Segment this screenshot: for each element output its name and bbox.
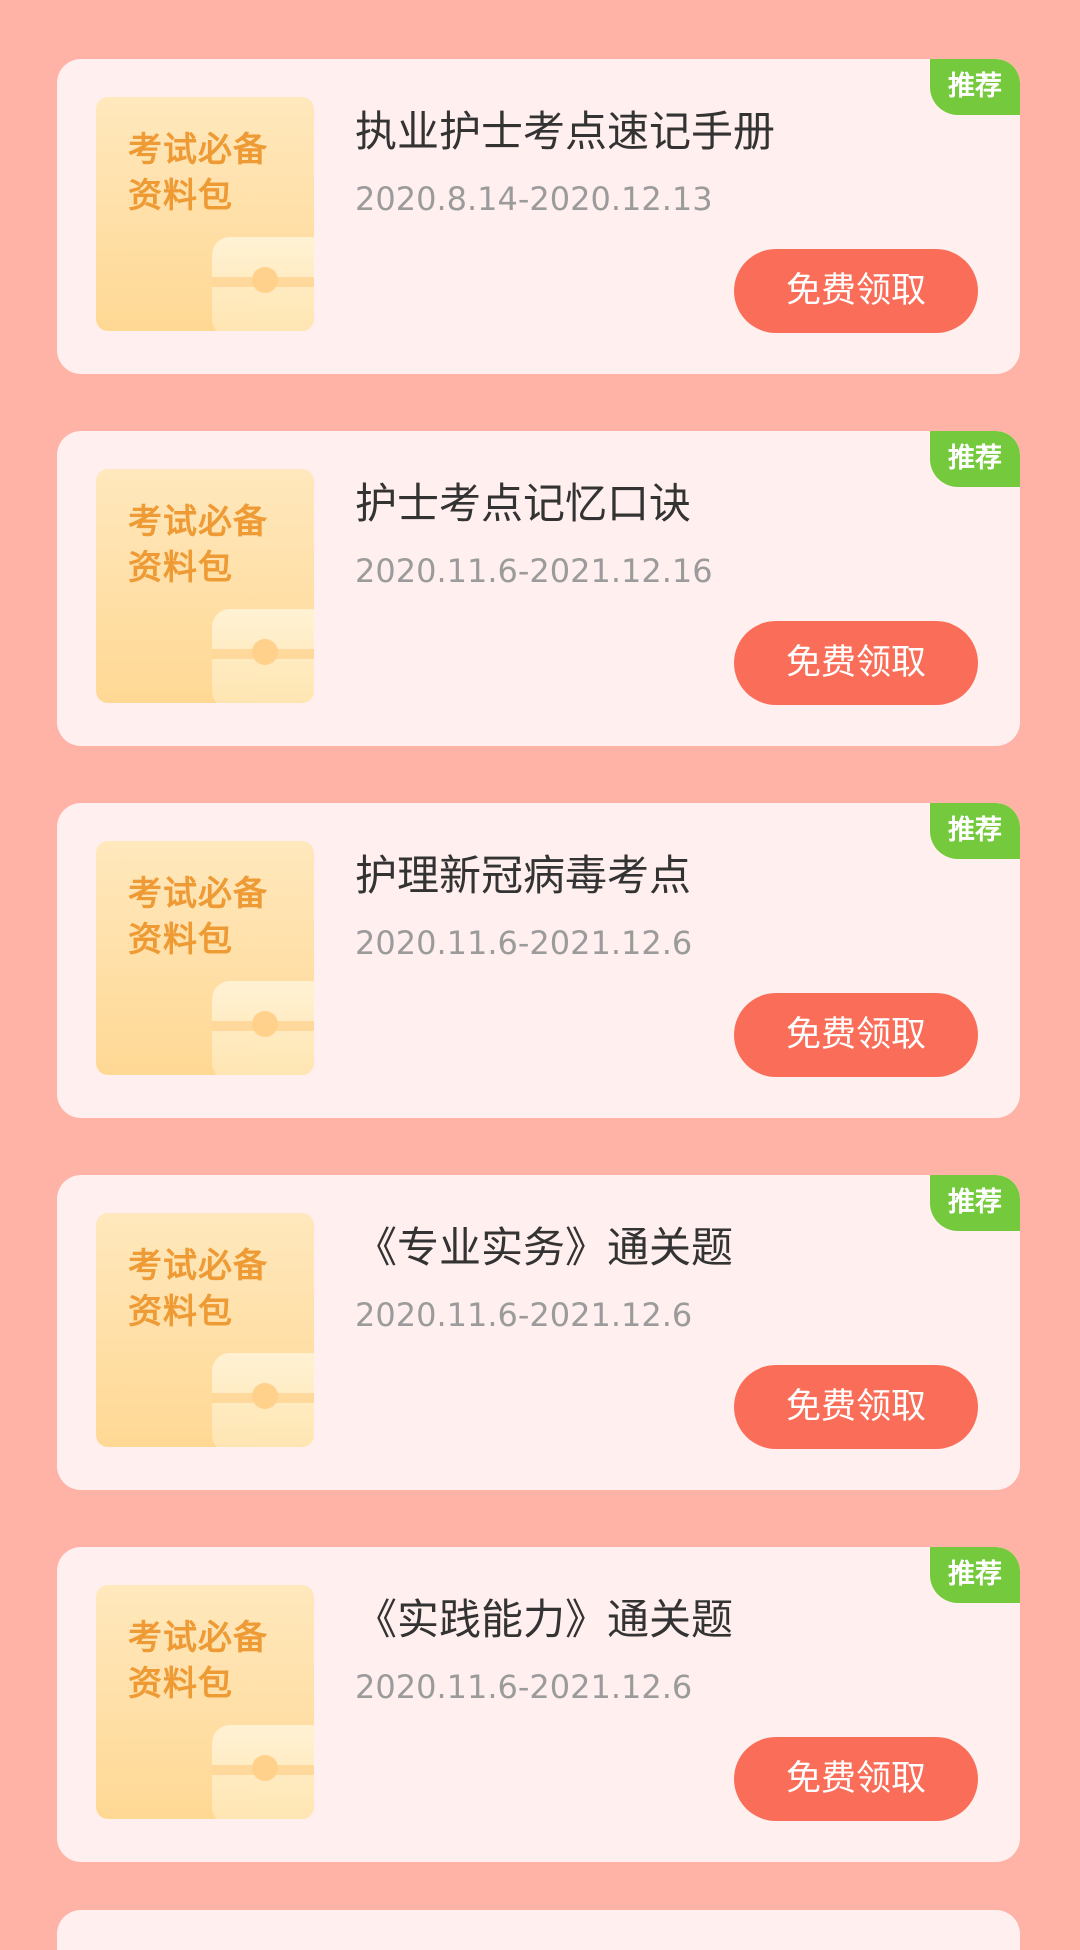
material-list: 推荐 考试必备 资料包 执业护士考点速记手册 2020.8.14-2020.12… bbox=[0, 0, 1080, 1950]
free-claim-button[interactable]: 免费领取 bbox=[734, 993, 978, 1077]
material-title: 护理新冠病毒考点 bbox=[355, 851, 692, 900]
bag-icon bbox=[212, 1725, 314, 1819]
material-date-range: 2020.11.6-2021.12.6 bbox=[355, 1668, 693, 1706]
material-date-range: 2020.11.6-2021.12.6 bbox=[355, 1296, 693, 1334]
thumbnail-line-1: 考试必备 bbox=[128, 130, 268, 170]
material-date-range: 2020.8.14-2020.12.13 bbox=[355, 180, 713, 218]
thumbnail-text: 考试必备 资料包 bbox=[128, 1243, 268, 1335]
bag-icon bbox=[212, 1353, 314, 1447]
thumbnail-text: 考试必备 资料包 bbox=[128, 499, 268, 591]
material-thumbnail: 考试必备 资料包 bbox=[96, 841, 314, 1075]
thumbnail-line-2: 资料包 bbox=[128, 1664, 233, 1704]
bag-icon bbox=[212, 609, 314, 703]
material-card[interactable]: 推荐 考试必备 资料包 护理新冠病毒考点 2020.11.6-2021.12.6… bbox=[57, 803, 1020, 1118]
thumbnail-text: 考试必备 资料包 bbox=[128, 127, 268, 219]
thumbnail-line-1: 考试必备 bbox=[128, 1618, 268, 1658]
thumbnail-line-2: 资料包 bbox=[128, 548, 233, 588]
material-thumbnail: 考试必备 资料包 bbox=[96, 1585, 314, 1819]
bag-clasp bbox=[252, 639, 278, 665]
thumbnail-line-1: 考试必备 bbox=[128, 1246, 268, 1286]
next-card-peek bbox=[57, 1910, 1020, 1950]
material-thumbnail: 考试必备 资料包 bbox=[96, 469, 314, 703]
material-title: 执业护士考点速记手册 bbox=[355, 107, 776, 156]
thumbnail-line-2: 资料包 bbox=[128, 176, 233, 216]
thumbnail-text: 考试必备 资料包 bbox=[128, 871, 268, 963]
free-claim-button[interactable]: 免费领取 bbox=[734, 1365, 978, 1449]
thumbnail-text: 考试必备 资料包 bbox=[128, 1615, 268, 1707]
free-claim-button[interactable]: 免费领取 bbox=[734, 249, 978, 333]
bag-clasp bbox=[252, 1755, 278, 1781]
material-date-range: 2020.11.6-2021.12.16 bbox=[355, 552, 713, 590]
material-card[interactable]: 推荐 考试必备 资料包 《专业实务》通关题 2020.11.6-2021.12.… bbox=[57, 1175, 1020, 1490]
thumbnail-line-2: 资料包 bbox=[128, 920, 233, 960]
thumbnail-line-1: 考试必备 bbox=[128, 874, 268, 914]
material-card[interactable]: 推荐 考试必备 资料包 执业护士考点速记手册 2020.8.14-2020.12… bbox=[57, 59, 1020, 374]
thumbnail-line-2: 资料包 bbox=[128, 1292, 233, 1332]
material-card[interactable]: 推荐 考试必备 资料包 《实践能力》通关题 2020.11.6-2021.12.… bbox=[57, 1547, 1020, 1862]
bag-clasp bbox=[252, 267, 278, 293]
material-title: 《实践能力》通关题 bbox=[355, 1595, 734, 1644]
material-thumbnail: 考试必备 资料包 bbox=[96, 1213, 314, 1447]
bag-icon bbox=[212, 981, 314, 1075]
bag-icon bbox=[212, 237, 314, 331]
thumbnail-line-1: 考试必备 bbox=[128, 502, 268, 542]
free-claim-button[interactable]: 免费领取 bbox=[734, 621, 978, 705]
material-title: 护士考点记忆口诀 bbox=[355, 479, 692, 528]
material-card[interactable]: 推荐 考试必备 资料包 护士考点记忆口诀 2020.11.6-2021.12.1… bbox=[57, 431, 1020, 746]
bag-clasp bbox=[252, 1383, 278, 1409]
material-title: 《专业实务》通关题 bbox=[355, 1223, 734, 1272]
free-claim-button[interactable]: 免费领取 bbox=[734, 1737, 978, 1821]
material-thumbnail: 考试必备 资料包 bbox=[96, 97, 314, 331]
material-date-range: 2020.11.6-2021.12.6 bbox=[355, 924, 693, 962]
bag-clasp bbox=[252, 1011, 278, 1037]
